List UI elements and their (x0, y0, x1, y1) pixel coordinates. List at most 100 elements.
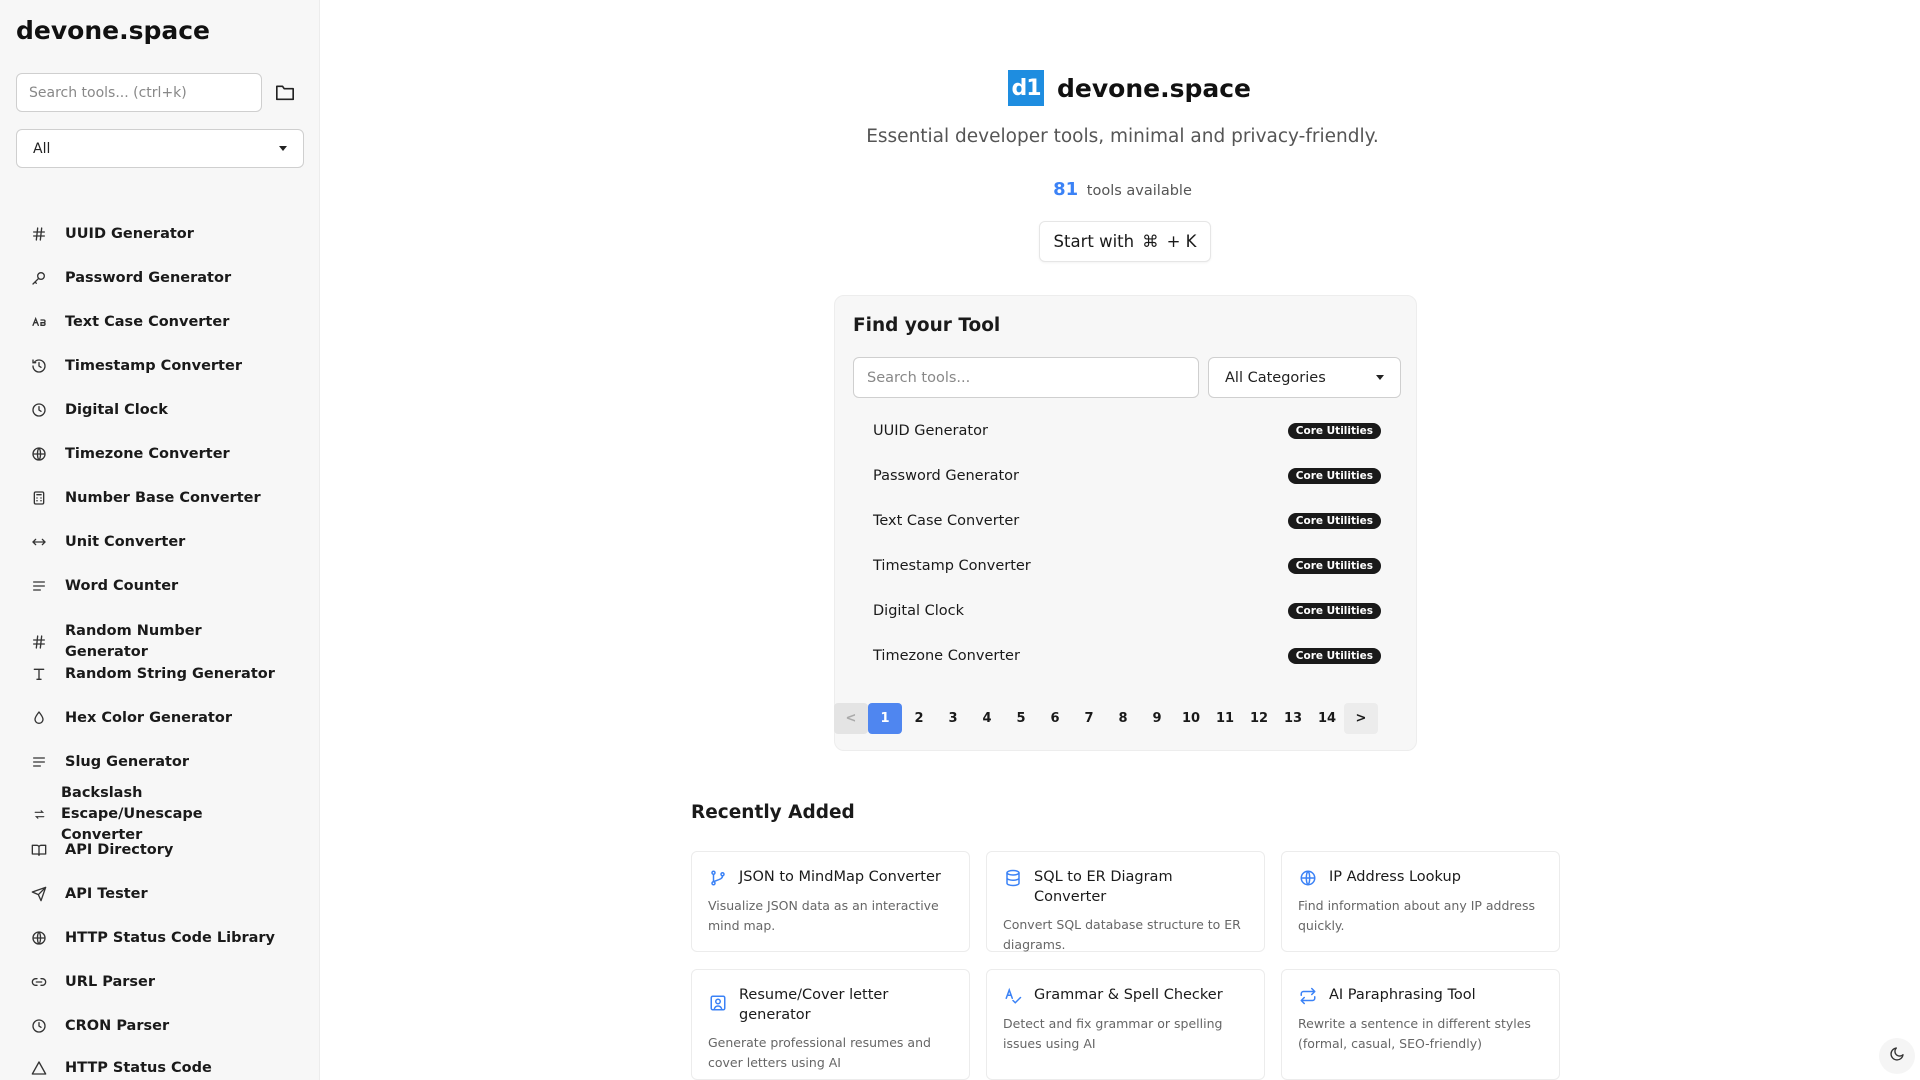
finder-row-name: Password Generator (873, 468, 1019, 484)
sidebar-item-slug-generator[interactable]: Slug Generator (28, 751, 308, 773)
card-description: Find information about any IP address qu… (1298, 898, 1535, 933)
sidebar-item-label: Password Generator (65, 269, 232, 286)
sidebar-item-http-status-code[interactable]: HTTP Status Code (28, 1057, 308, 1079)
link-icon (28, 971, 50, 993)
pagination-page-9[interactable]: 9 (1140, 703, 1174, 734)
hero-name: devone.space (1057, 73, 1251, 103)
pagination-page-6[interactable]: 6 (1038, 703, 1072, 734)
recent-card-resume-generator[interactable]: Resume/Cover letter generator Generate p… (691, 969, 970, 1080)
sidebar-item-label: Timestamp Converter (65, 357, 242, 374)
hash-icon (28, 223, 50, 245)
sidebar-item-url-parser[interactable]: URL Parser (28, 971, 308, 993)
moon-icon (1889, 1046, 1905, 1066)
sidebar-item-label: Slug Generator (65, 753, 190, 770)
hero-tagline: Essential developer tools, minimal and p… (866, 126, 1379, 147)
sidebar-item-text-case-converter[interactable]: Text Case Converter (28, 311, 308, 333)
pagination: < 1 2 3 4 5 6 7 8 9 10 11 12 13 14 > (834, 702, 1378, 734)
card-description: Convert SQL database structure to ER dia… (1003, 917, 1241, 952)
finder-row-name: Digital Clock (873, 603, 965, 619)
send-icon (28, 883, 50, 905)
sidebar-item-random-number-generator[interactable]: Random Number Generator (28, 621, 228, 663)
sidebar-item-label: CRON Parser (65, 1017, 170, 1034)
pagination-page-1[interactable]: 1 (868, 702, 902, 734)
pagination-next-button[interactable]: > (1344, 702, 1378, 734)
finder-row[interactable]: Timezone Converter Core Utilities (853, 639, 1401, 673)
category-badge: Core Utilities (1287, 513, 1381, 529)
pagination-page-2[interactable]: 2 (902, 703, 936, 734)
finder-category-select[interactable]: All Categories (1208, 357, 1401, 398)
recent-card-paraphrasing[interactable]: AI Paraphrasing Tool Rewrite a sentence … (1281, 969, 1560, 1080)
finder-row[interactable]: Text Case Converter Core Utilities (853, 504, 1401, 538)
sidebar-item-digital-clock[interactable]: Digital Clock (28, 399, 308, 421)
folder-icon[interactable] (272, 79, 298, 105)
recent-card-json-mindmap[interactable]: JSON to MindMap Converter Visualize JSON… (691, 851, 970, 952)
recently-added-title: Recently Added (691, 802, 855, 823)
sidebar-item-password-generator[interactable]: Password Generator (28, 267, 308, 289)
arrows-horizontal-icon (28, 531, 50, 553)
pagination-page-14[interactable]: 14 (1310, 703, 1344, 734)
category-badge: Core Utilities (1287, 648, 1381, 664)
start-prefix: Start with (1053, 232, 1135, 251)
finder-row[interactable]: Password Generator Core Utilities (853, 459, 1401, 493)
sidebar-item-label: Random Number Generator (65, 623, 202, 660)
tool-finder: Find your Tool All Categories UUID Gener… (834, 295, 1417, 751)
sidebar-category-value: All (33, 140, 51, 157)
finder-search-input[interactable] (853, 357, 1199, 398)
sidebar-item-word-counter[interactable]: Word Counter (28, 575, 308, 597)
sidebar-item-label: URL Parser (65, 973, 156, 990)
sidebar-item-label: HTTP Status Code Library (65, 929, 276, 946)
sidebar-item-backslash-converter[interactable]: Backslash Escape/Unescape Converter (28, 783, 208, 846)
clock-icon (28, 1015, 50, 1037)
sidebar-item-number-base-converter[interactable]: Number Base Converter (28, 487, 308, 509)
pagination-page-11[interactable]: 11 (1208, 703, 1242, 734)
type-icon (28, 663, 50, 685)
sidebar-item-api-tester[interactable]: API Tester (28, 883, 308, 905)
sidebar-search-input[interactable] (16, 73, 262, 112)
sidebar-item-uuid-generator[interactable]: UUID Generator (28, 223, 308, 245)
warning-icon (28, 1057, 50, 1079)
finder-row[interactable]: UUID Generator Core Utilities (853, 414, 1401, 448)
recent-card-grammar-checker[interactable]: Grammar & Spell Checker Detect and fix g… (986, 969, 1265, 1080)
sidebar-item-timestamp-converter[interactable]: Timestamp Converter (28, 355, 308, 377)
sidebar-item-unit-converter[interactable]: Unit Converter (28, 531, 308, 553)
card-description: Detect and fix grammar or spelling issue… (1003, 1016, 1223, 1051)
pagination-page-12[interactable]: 12 (1242, 703, 1276, 734)
pagination-page-7[interactable]: 7 (1072, 703, 1106, 734)
sidebar-item-random-string-generator[interactable]: Random String Generator (28, 663, 308, 685)
pagination-prev-button[interactable]: < (834, 702, 868, 734)
start-shortcut-button[interactable]: Start with ⌘ + K (1039, 221, 1211, 262)
category-badge: Core Utilities (1287, 603, 1381, 619)
finder-row[interactable]: Digital Clock Core Utilities (853, 594, 1401, 628)
card-description: Visualize JSON data as an interactive mi… (708, 898, 939, 933)
sidebar-item-label: Backslash Escape/Unescape Converter (61, 785, 203, 843)
align-left-icon (28, 751, 50, 773)
command-key-icon: ⌘ (1142, 232, 1159, 251)
recent-card-ip-lookup[interactable]: IP Address Lookup Find information about… (1281, 851, 1560, 952)
sidebar-item-cron-parser[interactable]: CRON Parser (28, 1015, 308, 1037)
pagination-page-8[interactable]: 8 (1106, 703, 1140, 734)
pagination-page-13[interactable]: 13 (1276, 703, 1310, 734)
sidebar-item-label: API Directory (65, 841, 174, 858)
pagination-page-5[interactable]: 5 (1004, 703, 1038, 734)
pagination-page-4[interactable]: 4 (970, 703, 1004, 734)
sidebar-category-select[interactable]: All (16, 129, 304, 168)
card-title: SQL to ER Diagram Converter (1034, 869, 1173, 905)
sidebar-item-hex-color-generator[interactable]: Hex Color Generator (28, 707, 308, 729)
start-suffix: + K (1166, 232, 1197, 251)
main-content: d1 devone.space Essential developer tool… (320, 0, 1920, 1080)
database-icon (1003, 868, 1023, 888)
finder-row[interactable]: Timestamp Converter Core Utilities (853, 549, 1401, 583)
pagination-page-3[interactable]: 3 (936, 703, 970, 734)
sidebar-item-http-status-code-library[interactable]: HTTP Status Code Library (28, 927, 308, 949)
globe-icon (28, 927, 50, 949)
sidebar-item-api-directory[interactable]: API Directory (28, 839, 308, 861)
sidebar-item-timezone-converter[interactable]: Timezone Converter (28, 443, 308, 465)
finder-title: Find your Tool (853, 315, 1001, 336)
theme-toggle-button[interactable] (1879, 1038, 1915, 1074)
pagination-page-10[interactable]: 10 (1174, 703, 1208, 734)
sidebar-item-label: Digital Clock (65, 401, 168, 418)
finder-category-value: All Categories (1225, 369, 1326, 386)
sidebar-brand[interactable]: devone.space (16, 16, 210, 45)
card-description: Generate professional resumes and cover … (708, 1035, 931, 1070)
recent-card-sql-er[interactable]: SQL to ER Diagram Converter Convert SQL … (986, 851, 1265, 952)
